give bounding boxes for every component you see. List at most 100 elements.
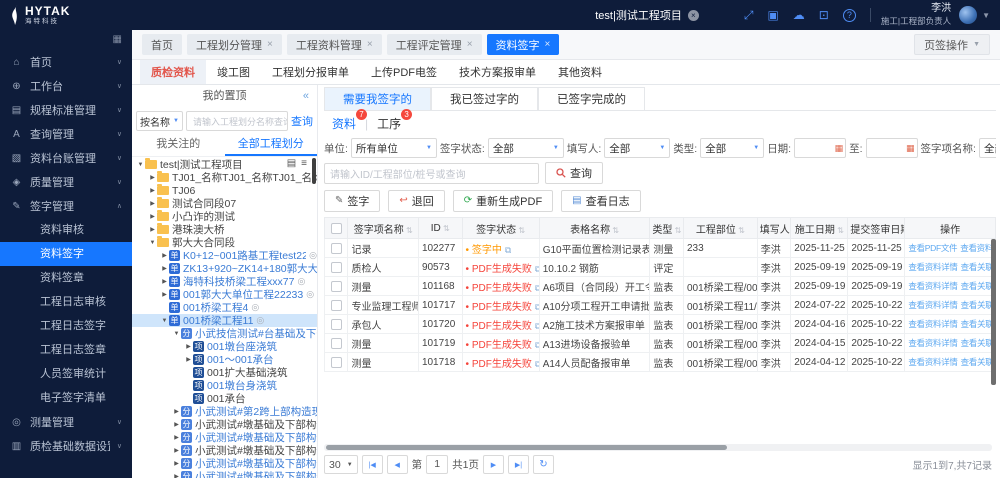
close-icon[interactable]: × (367, 39, 373, 50)
filter-select[interactable]: 所有单位▼ (351, 138, 437, 158)
column-header[interactable]: 表格名称 ⇅ (539, 218, 650, 239)
tree-expand-icon[interactable]: ▶ (160, 291, 169, 298)
panel-collapse-icon[interactable]: « (303, 85, 309, 108)
copy-icon[interactable]: ⧉ (535, 321, 539, 331)
export-icon[interactable]: ⊡ (819, 8, 829, 22)
sort-icon[interactable]: ⇅ (516, 226, 525, 235)
sidebar-subitem[interactable]: 人员签审统计 (0, 362, 132, 386)
tree-node[interactable]: ▶TJ06 (132, 184, 317, 197)
tree-node[interactable]: 项001墩台身浇筑 (132, 379, 317, 392)
doc-tab[interactable]: 质检资料 (140, 60, 206, 84)
tree-expand-icon[interactable]: ▶ (184, 356, 193, 363)
sort-icon[interactable]: ⇅ (404, 226, 413, 235)
sidebar-item[interactable]: ⊕工作台∨ (0, 74, 132, 98)
tree-expand-icon[interactable]: ▶ (160, 278, 169, 285)
op-link[interactable]: 查看资料详情 (908, 281, 957, 291)
tree-search-input[interactable]: 请输入工程划分名称查询 (186, 111, 288, 131)
tree-node[interactable]: 项001承台 (132, 392, 317, 405)
tree-expand-icon[interactable]: ▶ (184, 343, 193, 350)
refresh-button[interactable]: ↻ (533, 455, 554, 474)
sort-icon[interactable]: ⇅ (672, 226, 681, 235)
scrollbar-thumb[interactable] (326, 445, 727, 450)
op-link[interactable]: 查看PDF文件 (908, 243, 957, 253)
tree-tab[interactable]: 我关注的 (132, 134, 225, 156)
table-row[interactable]: 专业监理工程师101717• PDF生成失败⧉A10分项工程开工申请批复单监表0… (325, 296, 996, 315)
tree-node[interactable]: 单001桥梁工程4◎ (132, 301, 317, 314)
sidebar-subitem[interactable]: 电子签字清单 (0, 386, 132, 410)
tab-item[interactable]: 工程评定管理× (387, 34, 482, 55)
table-horizontal-scrollbar[interactable] (324, 444, 992, 451)
tree-expand-icon[interactable]: ▶ (148, 174, 157, 181)
tree-expand-icon[interactable]: ▼ (136, 162, 145, 168)
copy-icon[interactable]: ⧉ (535, 340, 539, 350)
table-row[interactable]: 测量101719• PDF生成失败⧉A13进场设备报验单监表001桥梁工程/00… (325, 334, 996, 353)
op-link[interactable]: 查看资料详情 (908, 300, 957, 310)
table-row[interactable]: 承包人101720• PDF生成失败⧉A2施工技术方案报审单监表001桥梁工程/… (325, 315, 996, 334)
column-header[interactable]: 操作 (905, 218, 996, 239)
tree-expand-icon[interactable]: ▶ (172, 447, 181, 454)
filter-select[interactable]: 全部▼ (700, 138, 764, 158)
sidebar-item[interactable]: ◈质量管理∨ (0, 170, 132, 194)
sidebar-item[interactable]: ▥质检基础数据设置∨ (0, 434, 132, 458)
page-size-select[interactable]: 30 ▼ (324, 455, 358, 474)
next-page-button[interactable]: ▶ (483, 455, 504, 474)
tree-expand-icon[interactable]: ▶ (148, 187, 157, 194)
doc-tab[interactable]: 上传PDF电签 (360, 60, 448, 84)
header-checkbox[interactable] (331, 223, 342, 234)
copy-icon[interactable]: ⧉ (535, 359, 539, 369)
table-vertical-scrollbar[interactable] (991, 239, 996, 385)
copy-icon[interactable]: ⧉ (505, 245, 511, 255)
row-checkbox[interactable] (331, 357, 342, 368)
row-checkbox[interactable] (331, 338, 342, 349)
op-link[interactable]: 查看资料详情 (908, 357, 957, 367)
menu-view-icon[interactable]: ≡ (301, 158, 307, 169)
sidebar-subitem[interactable]: 工程日志签字 (0, 314, 132, 338)
sidebar-item[interactable]: ◎测量管理∨ (0, 410, 132, 434)
column-header[interactable]: 类型 ⇅ (650, 218, 684, 239)
tree-node[interactable]: ▶测试合同段07 (132, 197, 317, 210)
fullscreen-icon[interactable]: ⤢ (744, 8, 754, 23)
page-actions-button[interactable]: 页签操作 ▼ (914, 34, 990, 55)
pin-icon[interactable]: ◎ (256, 315, 264, 326)
prev-page-button[interactable]: ◀ (387, 455, 408, 474)
tab-item[interactable]: 首页 (142, 34, 182, 55)
subtab[interactable]: 资料7 (332, 115, 356, 132)
column-header[interactable]: ID ⇅ (418, 218, 462, 239)
pin-icon[interactable]: ◎ (309, 250, 317, 261)
subtab[interactable]: 工序3 (377, 115, 401, 132)
tree-node[interactable]: ▶分小武测试#墩基础及下部构造 (132, 457, 317, 470)
filter-select[interactable]: 全部▼ (604, 138, 670, 158)
close-icon[interactable]: × (545, 39, 551, 50)
tree-expand-icon[interactable]: ▶ (172, 421, 181, 428)
close-icon[interactable]: × (267, 39, 273, 50)
op-link[interactable]: 查看资料详情 (908, 262, 957, 272)
doc-tab[interactable]: 其他资料 (547, 60, 613, 84)
user-info[interactable]: 李洪 施工|工程部负责人 (881, 3, 951, 26)
pin-icon[interactable]: ◎ (297, 276, 305, 287)
tree-node[interactable]: ▶单ZK13+920~ZK14+180郭大大单位工程4... (132, 262, 317, 275)
column-header[interactable]: 工程部位 ⇅ (683, 218, 757, 239)
tree-node[interactable]: ▼郭大大合同段 (132, 236, 317, 249)
tab-item[interactable]: 工程划分管理× (187, 34, 282, 55)
tree-tab[interactable]: 全部工程划分 (225, 134, 318, 156)
search-button[interactable]: 查询 (545, 162, 603, 184)
return-button[interactable]: ↩退回 (388, 190, 444, 212)
column-header[interactable]: 签字状态 ⇅ (462, 218, 539, 239)
tree-node[interactable]: ▶项001～001承台 (132, 353, 317, 366)
doc-tab[interactable]: 工程划分报审单 (261, 60, 360, 84)
column-header[interactable]: 填写人 ⇅ (757, 218, 791, 239)
tree-node[interactable]: ▶单K0+12~001路基工程test22◎ (132, 249, 317, 262)
tree-node[interactable]: ▶分小武测试#墩基础及下部构造 (132, 470, 317, 478)
name-filter-select[interactable]: 按名称 ▼ (136, 111, 183, 131)
user-menu-chevron-icon[interactable]: ▼ (982, 11, 990, 20)
sidebar-subitem[interactable]: 工程日志签章 (0, 338, 132, 362)
view-log-button[interactable]: ▤查看日志 (561, 190, 640, 212)
page-number-input[interactable]: 1 (426, 455, 448, 474)
pin-icon[interactable]: ◎ (306, 289, 314, 300)
project-clear-icon[interactable]: × (688, 10, 699, 21)
sidebar-subitem[interactable]: 资料审核 (0, 218, 132, 242)
id-search-input[interactable]: 请输入ID/工程部位/桩号或查询 (324, 163, 539, 184)
tree-expand-icon[interactable]: ▶ (172, 408, 181, 415)
tree-node[interactable]: ▶分小武测试#墩基础及下部构造 (132, 418, 317, 431)
tree-node[interactable]: ▶小凸诈的测试 (132, 210, 317, 223)
